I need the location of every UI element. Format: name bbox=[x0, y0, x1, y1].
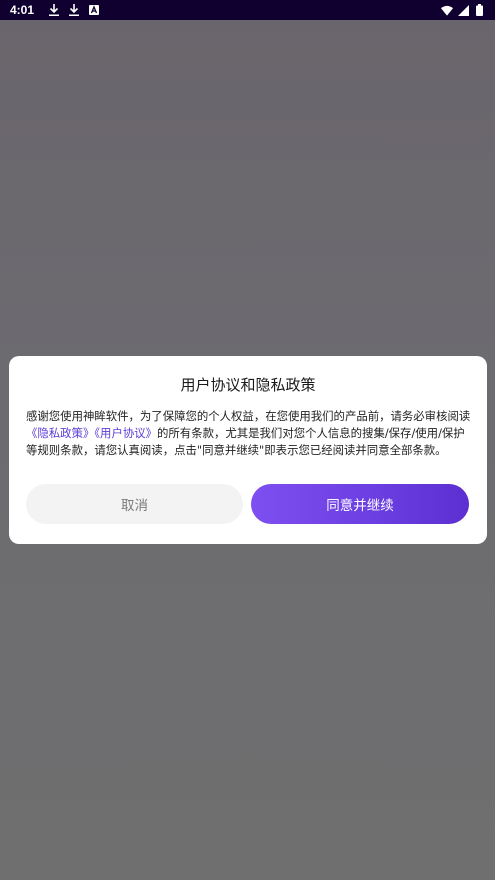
battery-icon bbox=[473, 4, 485, 16]
body-intro-text: 感谢您使用神眸软件，为了保障您的个人权益，在您使用我们的产品前，请务必审核阅读 bbox=[26, 409, 471, 423]
status-right bbox=[441, 4, 485, 16]
download-icon bbox=[68, 4, 80, 16]
wifi-icon bbox=[441, 4, 453, 16]
status-time: 4:01 bbox=[10, 3, 35, 17]
status-left: 4:01 bbox=[10, 3, 100, 17]
agree-continue-button[interactable]: 同意并继续 bbox=[251, 484, 469, 524]
dialog-body: 感谢您使用神眸软件，为了保障您的个人权益，在您使用我们的产品前，请务必审核阅读《… bbox=[26, 408, 472, 459]
privacy-policy-link[interactable]: 《隐私政策》 bbox=[26, 426, 94, 440]
font-a-icon bbox=[88, 4, 100, 16]
user-agreement-link[interactable]: 《用户协议》 bbox=[94, 426, 157, 440]
download-icon bbox=[48, 4, 60, 16]
cancel-button[interactable]: 取消 bbox=[26, 484, 243, 524]
agreement-dialog: 用户协议和隐私政策 感谢您使用神眸软件，为了保障您的个人权益，在您使用我们的产品… bbox=[9, 356, 487, 544]
dialog-title: 用户协议和隐私政策 bbox=[180, 376, 316, 394]
status-bar: 4:01 bbox=[0, 0, 495, 20]
signal-icon bbox=[457, 4, 469, 16]
